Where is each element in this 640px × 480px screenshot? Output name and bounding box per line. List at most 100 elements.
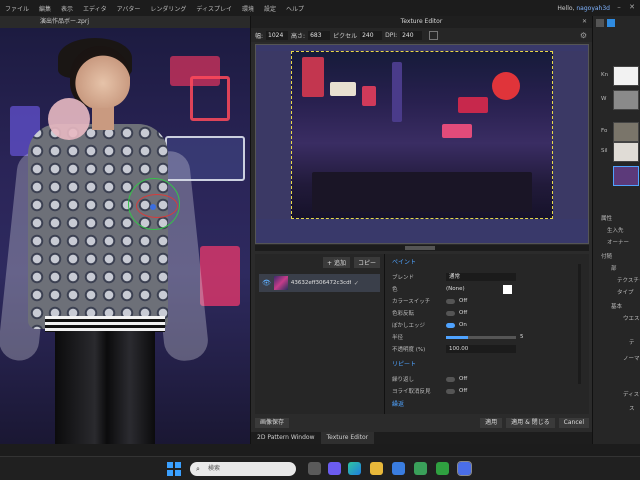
copy-layer-button[interactable]: コピー — [353, 257, 380, 268]
soft-edge-label: ぼかしエッジ — [392, 323, 426, 329]
viewport-tab[interactable]: 演出作品ボー.zprj — [0, 16, 250, 28]
edge-icon[interactable] — [348, 462, 361, 475]
color-switch-row: カラースイッチ Off — [392, 295, 579, 307]
taskbar-search[interactable]: ⌕ 検索 — [190, 462, 296, 476]
gear-icon[interactable]: ⚙ — [580, 31, 587, 40]
blend-label: ブレンド — [392, 275, 415, 281]
avatar-waistband — [45, 316, 165, 332]
menu-edit[interactable]: 編集 — [34, 4, 56, 13]
library-icon[interactable] — [607, 19, 615, 27]
editor-lower-panel: + 追加 コピー 👁 43632eff306472c3cdf ✓ ペイント ブレ… — [255, 254, 589, 414]
prop-label: ウエスト — [623, 316, 640, 322]
blend-dropdown[interactable]: 通常 — [446, 273, 516, 281]
list-icon[interactable] — [596, 19, 604, 27]
pixel-field[interactable]: 240 — [360, 30, 383, 40]
seam-value: Off — [459, 388, 468, 394]
avatar-head — [70, 46, 130, 108]
grid-icon[interactable] — [429, 30, 439, 40]
tab-2d-pattern-window[interactable]: 2D Pattern Window — [251, 432, 321, 444]
menu-settings[interactable]: 設定 — [259, 4, 281, 13]
layer-item[interactable]: 👁 43632eff306472c3cdf ✓ — [259, 274, 380, 292]
prop-label: テ — [629, 340, 635, 346]
section-repeat[interactable]: リピート — [392, 359, 579, 368]
menu-editor[interactable]: エディタ — [78, 4, 112, 13]
prop-label: テクスチャ — [617, 278, 640, 284]
height-field[interactable]: 683 — [308, 30, 331, 40]
texture-image[interactable] — [291, 51, 553, 219]
section-paint[interactable]: ペイント — [392, 257, 579, 266]
color-swatch[interactable] — [502, 284, 512, 294]
3d-viewport[interactable]: 演出作品ボー.zprj — [0, 16, 250, 444]
save-image-button[interactable]: 画像保存 — [255, 418, 290, 428]
tab-texture-editor[interactable]: Texture Editor — [320, 432, 375, 444]
menu-display[interactable]: ディスプレイ — [191, 4, 237, 13]
property-scrollbar[interactable] — [578, 264, 581, 384]
close-icon[interactable]: ✕ — [628, 3, 636, 11]
width-label: 幅: — [255, 32, 264, 40]
layer-option-icon[interactable]: ✓ — [354, 280, 359, 287]
color-switch-toggle[interactable] — [446, 298, 455, 304]
task-view-icon[interactable] — [308, 462, 321, 475]
repeat-row: 繰り返し Off — [392, 373, 579, 385]
opacity-field[interactable]: 100.00 — [446, 345, 516, 353]
prop-label: 部 — [611, 266, 617, 272]
fabric-swatch[interactable] — [613, 90, 639, 110]
soft-edge-toggle[interactable] — [446, 322, 455, 328]
prop-label: 付随 — [601, 254, 613, 260]
pixel-label: ピクセル — [333, 32, 358, 40]
cancel-button[interactable]: Cancel — [558, 418, 589, 428]
menu-view[interactable]: 表示 — [56, 4, 78, 13]
texture-neon-sign — [330, 82, 356, 96]
texture-canvas[interactable] — [255, 44, 589, 244]
layer-buttons: + 追加 コピー — [255, 254, 384, 271]
color-row: 色 (None) — [392, 283, 579, 295]
menu-environment[interactable]: 環境 — [237, 4, 259, 13]
fabric-swatch-selected[interactable] — [613, 166, 639, 186]
fabric-label: W — [601, 96, 607, 102]
eye-icon[interactable]: 👁 — [262, 279, 271, 287]
prop-label: タイプ — [617, 290, 634, 296]
radius-slider[interactable] — [446, 335, 516, 339]
texture-neon-sign — [392, 62, 402, 122]
store-icon[interactable] — [392, 462, 405, 475]
canvas-horizontal-scrollbar[interactable] — [255, 245, 589, 251]
xbox-icon[interactable] — [436, 462, 449, 475]
menu-help[interactable]: ヘルプ — [281, 4, 309, 13]
avatar-pants — [55, 331, 155, 444]
prop-label: 生入先 — [607, 228, 624, 234]
right-property-panel: Kn W Fo Sil 属性 生入先 オーナー 付随 部 テクスチャ タイプ 基… — [592, 16, 640, 444]
avatar-neck — [92, 106, 114, 130]
add-layer-button[interactable]: + 追加 — [323, 257, 350, 268]
section-more[interactable]: 繰返 — [392, 399, 579, 408]
fabric-swatch[interactable] — [613, 122, 639, 142]
texture-neon-sign — [442, 124, 472, 138]
minimize-icon[interactable]: – — [615, 3, 623, 11]
dpi-field[interactable]: 240 — [400, 30, 423, 40]
radius-label: 半径 — [392, 335, 404, 341]
fabric-swatch[interactable] — [613, 142, 639, 162]
property-panel: ペイント ブレンド 通常 色 (None) カラースイッチ Off 色彩反転 O… — [388, 254, 583, 414]
menu-render[interactable]: レンダリング — [145, 4, 191, 13]
transform-gizmo-handle[interactable] — [150, 204, 156, 210]
menu-avatar[interactable]: アバター — [112, 4, 146, 13]
transform-gizmo-axis[interactable] — [136, 194, 178, 218]
repeat-toggle[interactable] — [446, 376, 455, 382]
invert-toggle[interactable] — [446, 310, 455, 316]
fabric-label: Fo — [601, 128, 608, 134]
meet-icon[interactable] — [328, 462, 341, 475]
clo-app-icon[interactable] — [457, 461, 472, 476]
scroll-thumb[interactable] — [405, 246, 435, 250]
apply-button[interactable]: 適用 — [480, 418, 503, 428]
windows-start-icon[interactable] — [167, 462, 181, 476]
fabric-swatch[interactable] — [613, 66, 639, 86]
radius-value[interactable]: 5 — [520, 334, 524, 340]
width-field[interactable]: 1024 — [266, 30, 289, 40]
close-icon[interactable]: ✕ — [582, 16, 587, 28]
radius-row: 半径 5 — [392, 331, 579, 343]
repeat-label: 繰り返し — [392, 377, 415, 383]
mail-icon[interactable] — [414, 462, 427, 475]
apply-close-button[interactable]: 適用 & 閉じる — [506, 418, 555, 428]
seam-toggle[interactable] — [446, 388, 455, 394]
file-explorer-icon[interactable] — [370, 462, 383, 475]
menu-file[interactable]: ファイル — [0, 4, 34, 13]
